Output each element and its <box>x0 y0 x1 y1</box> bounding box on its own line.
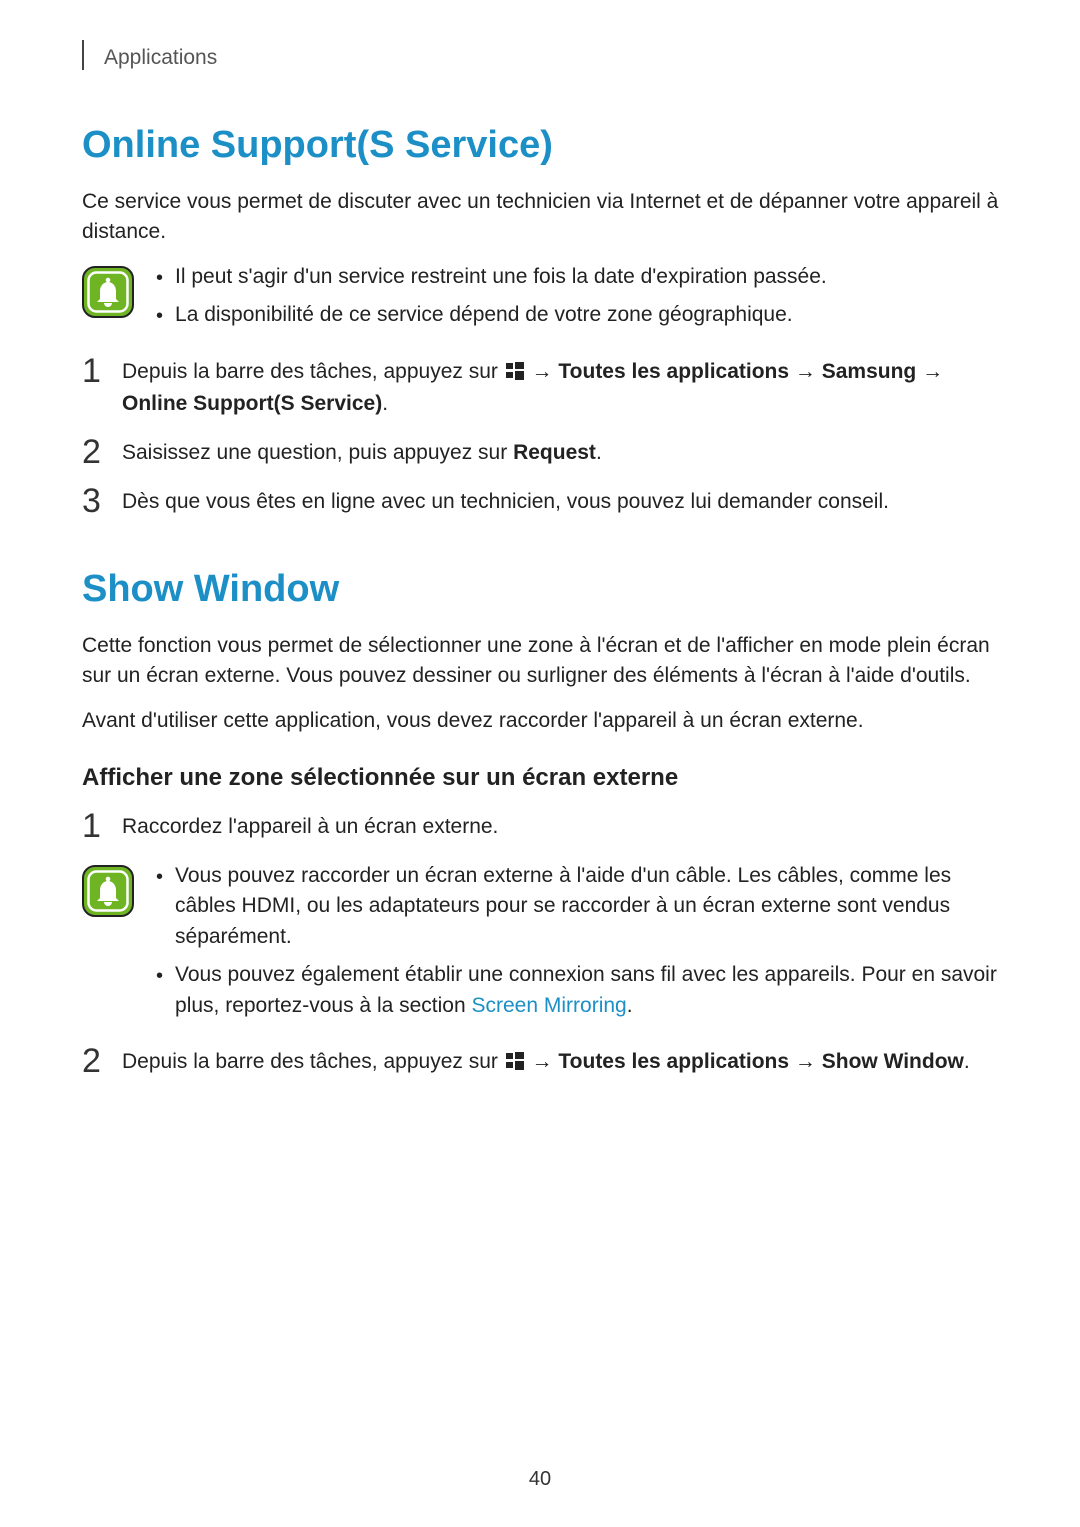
bullet-icon: • <box>156 264 163 292</box>
arrow: → <box>526 1050 559 1073</box>
text: Depuis la barre des tâches, appuyez sur <box>122 360 504 383</box>
sub-heading: Afficher une zone sélectionnée sur un éc… <box>82 764 1000 792</box>
step-3: 3 Dès que vous êtes en ligne avec un tec… <box>82 487 1000 518</box>
note-list-1: • Il peut s'agir d'un service restreint … <box>156 262 1000 339</box>
note-text: Vous pouvez raccorder un écran externe à… <box>175 861 1000 952</box>
note-item: • Il peut s'agir d'un service restreint … <box>156 262 1000 292</box>
page-number: 40 <box>0 1468 1080 1491</box>
bold-label: Request <box>513 441 596 464</box>
text: Saisissez une question, puis appuyez sur <box>122 441 513 464</box>
step-1: 1 Depuis la barre des tâches, appuyez su… <box>82 357 1000 420</box>
step-number: 2 <box>82 435 104 469</box>
period: . <box>964 1050 970 1073</box>
arrow: → <box>526 360 559 383</box>
page-header: Applications <box>82 40 1000 70</box>
note-text: La disponibilité de ce service dépend de… <box>175 300 1000 330</box>
step-body: Raccordez l'appareil à un écran externe. <box>122 812 1000 842</box>
start-menu-icon <box>506 359 524 389</box>
intro-show-window-2: Avant d'utiliser cette application, vous… <box>82 706 1000 736</box>
link-screen-mirroring[interactable]: Screen Mirroring <box>472 994 627 1017</box>
menu-path: Show Window <box>822 1050 964 1073</box>
step-number: 1 <box>82 809 104 843</box>
bullet-icon: • <box>156 863 163 891</box>
arrow: → <box>789 360 822 383</box>
bullet-icon: • <box>156 962 163 990</box>
intro-show-window-1: Cette fonction vous permet de sélectionn… <box>82 631 1000 692</box>
sw-step-2: 2 Depuis la barre des tâches, appuyez su… <box>82 1047 1000 1079</box>
step-number: 1 <box>82 354 104 388</box>
text: Depuis la barre des tâches, appuyez sur <box>122 1050 504 1073</box>
note-item: • Vous pouvez raccorder un écran externe… <box>156 861 1000 952</box>
heading-show-window: Show Window <box>82 568 1000 611</box>
heading-online-support: Online Support(S Service) <box>82 124 1000 167</box>
note-block-2: • Vous pouvez raccorder un écran externe… <box>82 861 1000 1029</box>
intro-online-support: Ce service vous permet de discuter avec … <box>82 187 1000 248</box>
start-menu-icon <box>506 1049 524 1079</box>
step-number: 3 <box>82 484 104 518</box>
note-text: Il peut s'agir d'un service restreint un… <box>175 262 1000 292</box>
bell-icon <box>82 865 134 917</box>
note-block-1: • Il peut s'agir d'un service restreint … <box>82 262 1000 339</box>
arrow: → <box>916 360 943 383</box>
note-item: • Vous pouvez également établir une conn… <box>156 960 1000 1021</box>
step-body: Saisissez une question, puis appuyez sur… <box>122 438 1000 468</box>
note-text: Vous pouvez également établir une connex… <box>175 960 1000 1021</box>
step-2: 2 Saisissez une question, puis appuyez s… <box>82 438 1000 469</box>
step-body: Depuis la barre des tâches, appuyez sur … <box>122 357 1000 420</box>
sw-step-1: 1 Raccordez l'appareil à un écran extern… <box>82 812 1000 843</box>
note-item: • La disponibilité de ce service dépend … <box>156 300 1000 330</box>
period: . <box>596 441 602 464</box>
bullet-icon: • <box>156 302 163 330</box>
menu-path: Toutes les applications <box>558 360 789 383</box>
period: . <box>627 994 633 1017</box>
period: . <box>382 392 388 415</box>
menu-path: Toutes les applications <box>558 1050 789 1073</box>
bell-icon <box>82 266 134 318</box>
arrow: → <box>789 1050 822 1073</box>
step-number: 2 <box>82 1044 104 1078</box>
section-label: Applications <box>104 46 217 70</box>
step-body: Dès que vous êtes en ligne avec un techn… <box>122 487 1000 517</box>
step-body: Depuis la barre des tâches, appuyez sur … <box>122 1047 1000 1079</box>
menu-path: Online Support(S Service) <box>122 392 382 415</box>
menu-path: Samsung <box>822 360 917 383</box>
note-list-2: • Vous pouvez raccorder un écran externe… <box>156 861 1000 1029</box>
